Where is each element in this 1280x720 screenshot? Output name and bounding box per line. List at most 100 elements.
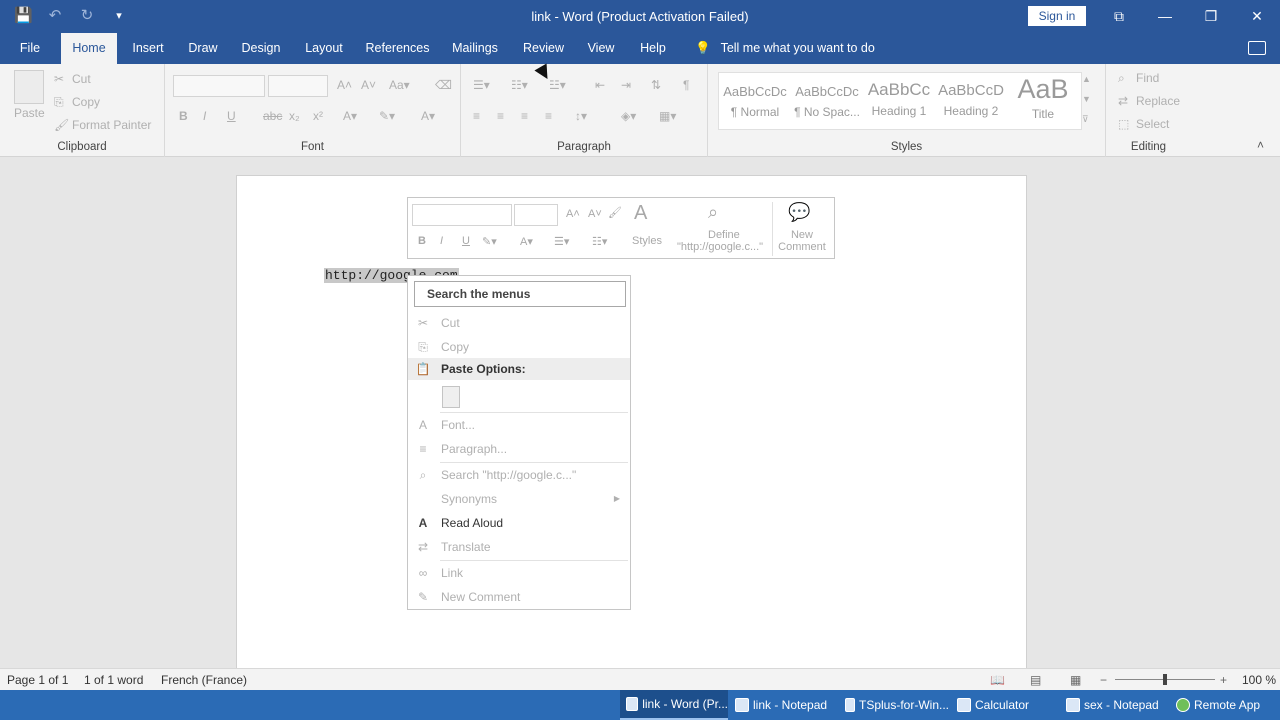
styles-scroll-up-icon[interactable]: ▲ — [1082, 74, 1091, 84]
zoom-slider-thumb[interactable] — [1163, 674, 1167, 685]
style-no-spacing[interactable]: AaBbCcDc ¶ No Spac... — [792, 74, 862, 128]
show-formatting-icon[interactable]: ¶ — [683, 78, 689, 92]
tab-references[interactable]: References — [360, 33, 435, 64]
keep-text-only-icon[interactable] — [442, 386, 460, 408]
mini-highlight-icon[interactable]: ✎▾ — [482, 235, 497, 248]
mini-numbering-icon[interactable]: ☷▾ — [592, 235, 607, 248]
style-title[interactable]: AaB Title — [1008, 74, 1078, 128]
menu-item-cut[interactable]: ✂ Cut — [408, 311, 630, 335]
tab-design[interactable]: Design — [234, 33, 288, 64]
tab-home[interactable]: Home — [61, 33, 117, 64]
mini-bullets-icon[interactable]: ☰▾ — [554, 235, 569, 248]
copy-button[interactable]: Copy — [72, 95, 100, 109]
zoom-in-icon[interactable]: + — [1220, 673, 1227, 687]
change-case-icon[interactable]: Aa▾ — [389, 78, 410, 92]
mini-shrink-font-icon[interactable]: A˅ — [588, 208, 602, 220]
replace-icon[interactable]: ⇄ — [1118, 94, 1128, 108]
mini-font-name-combobox[interactable] — [412, 204, 512, 226]
select-button[interactable]: Select — [1136, 117, 1169, 131]
tab-view[interactable]: View — [580, 33, 622, 64]
print-layout-icon[interactable]: ▤ — [1030, 673, 1041, 687]
borders-icon[interactable]: ▦▾ — [659, 109, 676, 123]
format-painter-button[interactable]: Format Painter — [72, 118, 151, 132]
grow-font-icon[interactable]: A˄ — [337, 78, 352, 92]
taskbar-item-tsplus[interactable]: TSplus-for-Win... — [845, 690, 949, 720]
collapse-ribbon-icon[interactable]: ˄ — [1257, 138, 1264, 152]
sort-icon[interactable]: ⇅ — [651, 78, 661, 92]
replace-button[interactable]: Replace — [1136, 94, 1180, 108]
ribbon-display-options-button[interactable]: ⧉ — [1096, 0, 1142, 32]
zoom-level[interactable]: 100 % — [1242, 673, 1276, 687]
mini-grow-font-icon[interactable]: A˄ — [566, 208, 580, 220]
menu-item-copy[interactable]: ⎘ Copy — [408, 335, 630, 359]
tell-me-box[interactable]: 💡 Tell me what you want to do — [695, 33, 875, 64]
shrink-font-icon[interactable]: A˅ — [361, 78, 376, 92]
menu-item-font[interactable]: A Font... — [408, 413, 630, 437]
strikethrough-button[interactable]: abc — [263, 109, 282, 123]
mini-bold-button[interactable]: B — [418, 235, 426, 247]
select-icon[interactable]: ⬚ — [1118, 117, 1129, 131]
web-layout-icon[interactable]: ▦ — [1070, 673, 1081, 687]
mini-styles-icon[interactable]: A — [634, 202, 647, 225]
highlight-icon[interactable]: ✎▾ — [379, 109, 395, 123]
taskbar-item-remote-app[interactable]: Remote App — [1176, 690, 1276, 720]
language-indicator[interactable]: French (France) — [161, 673, 247, 687]
menu-item-paragraph[interactable]: ≡ Paragraph... — [408, 437, 630, 461]
menu-item-read-aloud[interactable]: A Read Aloud — [408, 511, 630, 535]
font-size-combobox[interactable] — [268, 75, 328, 97]
taskbar-item-notepad-link[interactable]: link - Notepad — [735, 690, 835, 720]
define-button[interactable]: Define — [708, 229, 740, 241]
style-heading-1[interactable]: AaBbCc Heading 1 — [864, 74, 934, 128]
close-button[interactable]: ✕ — [1234, 0, 1280, 32]
tab-review[interactable]: Review — [515, 33, 572, 64]
tab-file[interactable]: File — [10, 33, 50, 64]
define-icon[interactable]: ⌕ — [708, 202, 718, 223]
style-heading-2[interactable]: AaBbCcD Heading 2 — [936, 74, 1006, 128]
mini-underline-button[interactable]: U — [462, 235, 470, 247]
taskbar-item-word[interactable]: link - Word (Pr... — [620, 690, 728, 720]
font-name-combobox[interactable] — [173, 75, 265, 97]
mini-font-color-icon[interactable]: A▾ — [520, 235, 533, 248]
increase-indent-icon[interactable]: ⇥ — [621, 78, 631, 92]
comments-icon[interactable] — [1248, 41, 1266, 55]
mini-styles-button[interactable]: Styles — [632, 235, 662, 247]
tab-help[interactable]: Help — [632, 33, 674, 64]
cut-button[interactable]: Cut — [72, 72, 91, 86]
font-color-icon[interactable]: A▾ — [421, 109, 435, 123]
read-mode-icon[interactable]: 📖 — [990, 673, 1005, 687]
word-count[interactable]: 1 of 1 word — [84, 673, 143, 687]
clear-formatting-icon[interactable]: ⌫ — [435, 78, 452, 92]
align-left-icon[interactable]: ≡ — [473, 109, 480, 123]
customize-qat-icon[interactable]: ▾ — [110, 7, 128, 25]
taskbar-item-notepad-sex[interactable]: sex - Notepad — [1066, 690, 1166, 720]
numbering-icon[interactable]: ☷▾ — [511, 78, 528, 92]
styles-scroll-down-icon[interactable]: ▼ — [1082, 94, 1091, 104]
superscript-button[interactable]: x² — [313, 109, 323, 123]
align-center-icon[interactable]: ≡ — [497, 109, 504, 123]
mini-format-painter-icon[interactable]: 🖌 — [608, 206, 622, 219]
menu-item-synonyms[interactable]: Synonyms ▶ — [408, 487, 630, 511]
tab-draw[interactable]: Draw — [180, 33, 226, 64]
decrease-indent-icon[interactable]: ⇤ — [595, 78, 605, 92]
menu-item-translate[interactable]: ⇄ Translate — [408, 535, 630, 559]
taskbar-item-calculator[interactable]: Calculator — [957, 690, 1057, 720]
paste-icon[interactable] — [14, 70, 44, 104]
subscript-button[interactable]: x₂ — [289, 109, 300, 123]
tab-insert[interactable]: Insert — [124, 33, 172, 64]
save-icon[interactable]: 💾 — [14, 7, 33, 25]
menu-item-link[interactable]: ∞ Link — [408, 561, 630, 585]
copy-icon[interactable]: ⎘ — [54, 95, 64, 110]
undo-icon[interactable]: ↶ — [46, 7, 64, 25]
line-spacing-icon[interactable]: ↕▾ — [575, 109, 587, 123]
cut-icon[interactable]: ✂ — [54, 72, 64, 86]
paste-button[interactable]: Paste — [14, 106, 45, 120]
find-icon[interactable]: ⌕ — [1118, 71, 1125, 86]
mini-italic-button[interactable]: I — [440, 235, 443, 247]
menu-item-new-comment[interactable]: ✎ New Comment — [408, 585, 630, 609]
new-comment-button[interactable]: New — [788, 229, 816, 241]
bullets-icon[interactable]: ☰▾ — [473, 78, 490, 92]
redo-icon[interactable]: ↻ — [78, 7, 96, 25]
italic-button[interactable]: I — [203, 109, 206, 123]
new-comment-icon[interactable]: 💬 — [788, 202, 810, 223]
minimize-button[interactable]: — — [1142, 0, 1188, 32]
